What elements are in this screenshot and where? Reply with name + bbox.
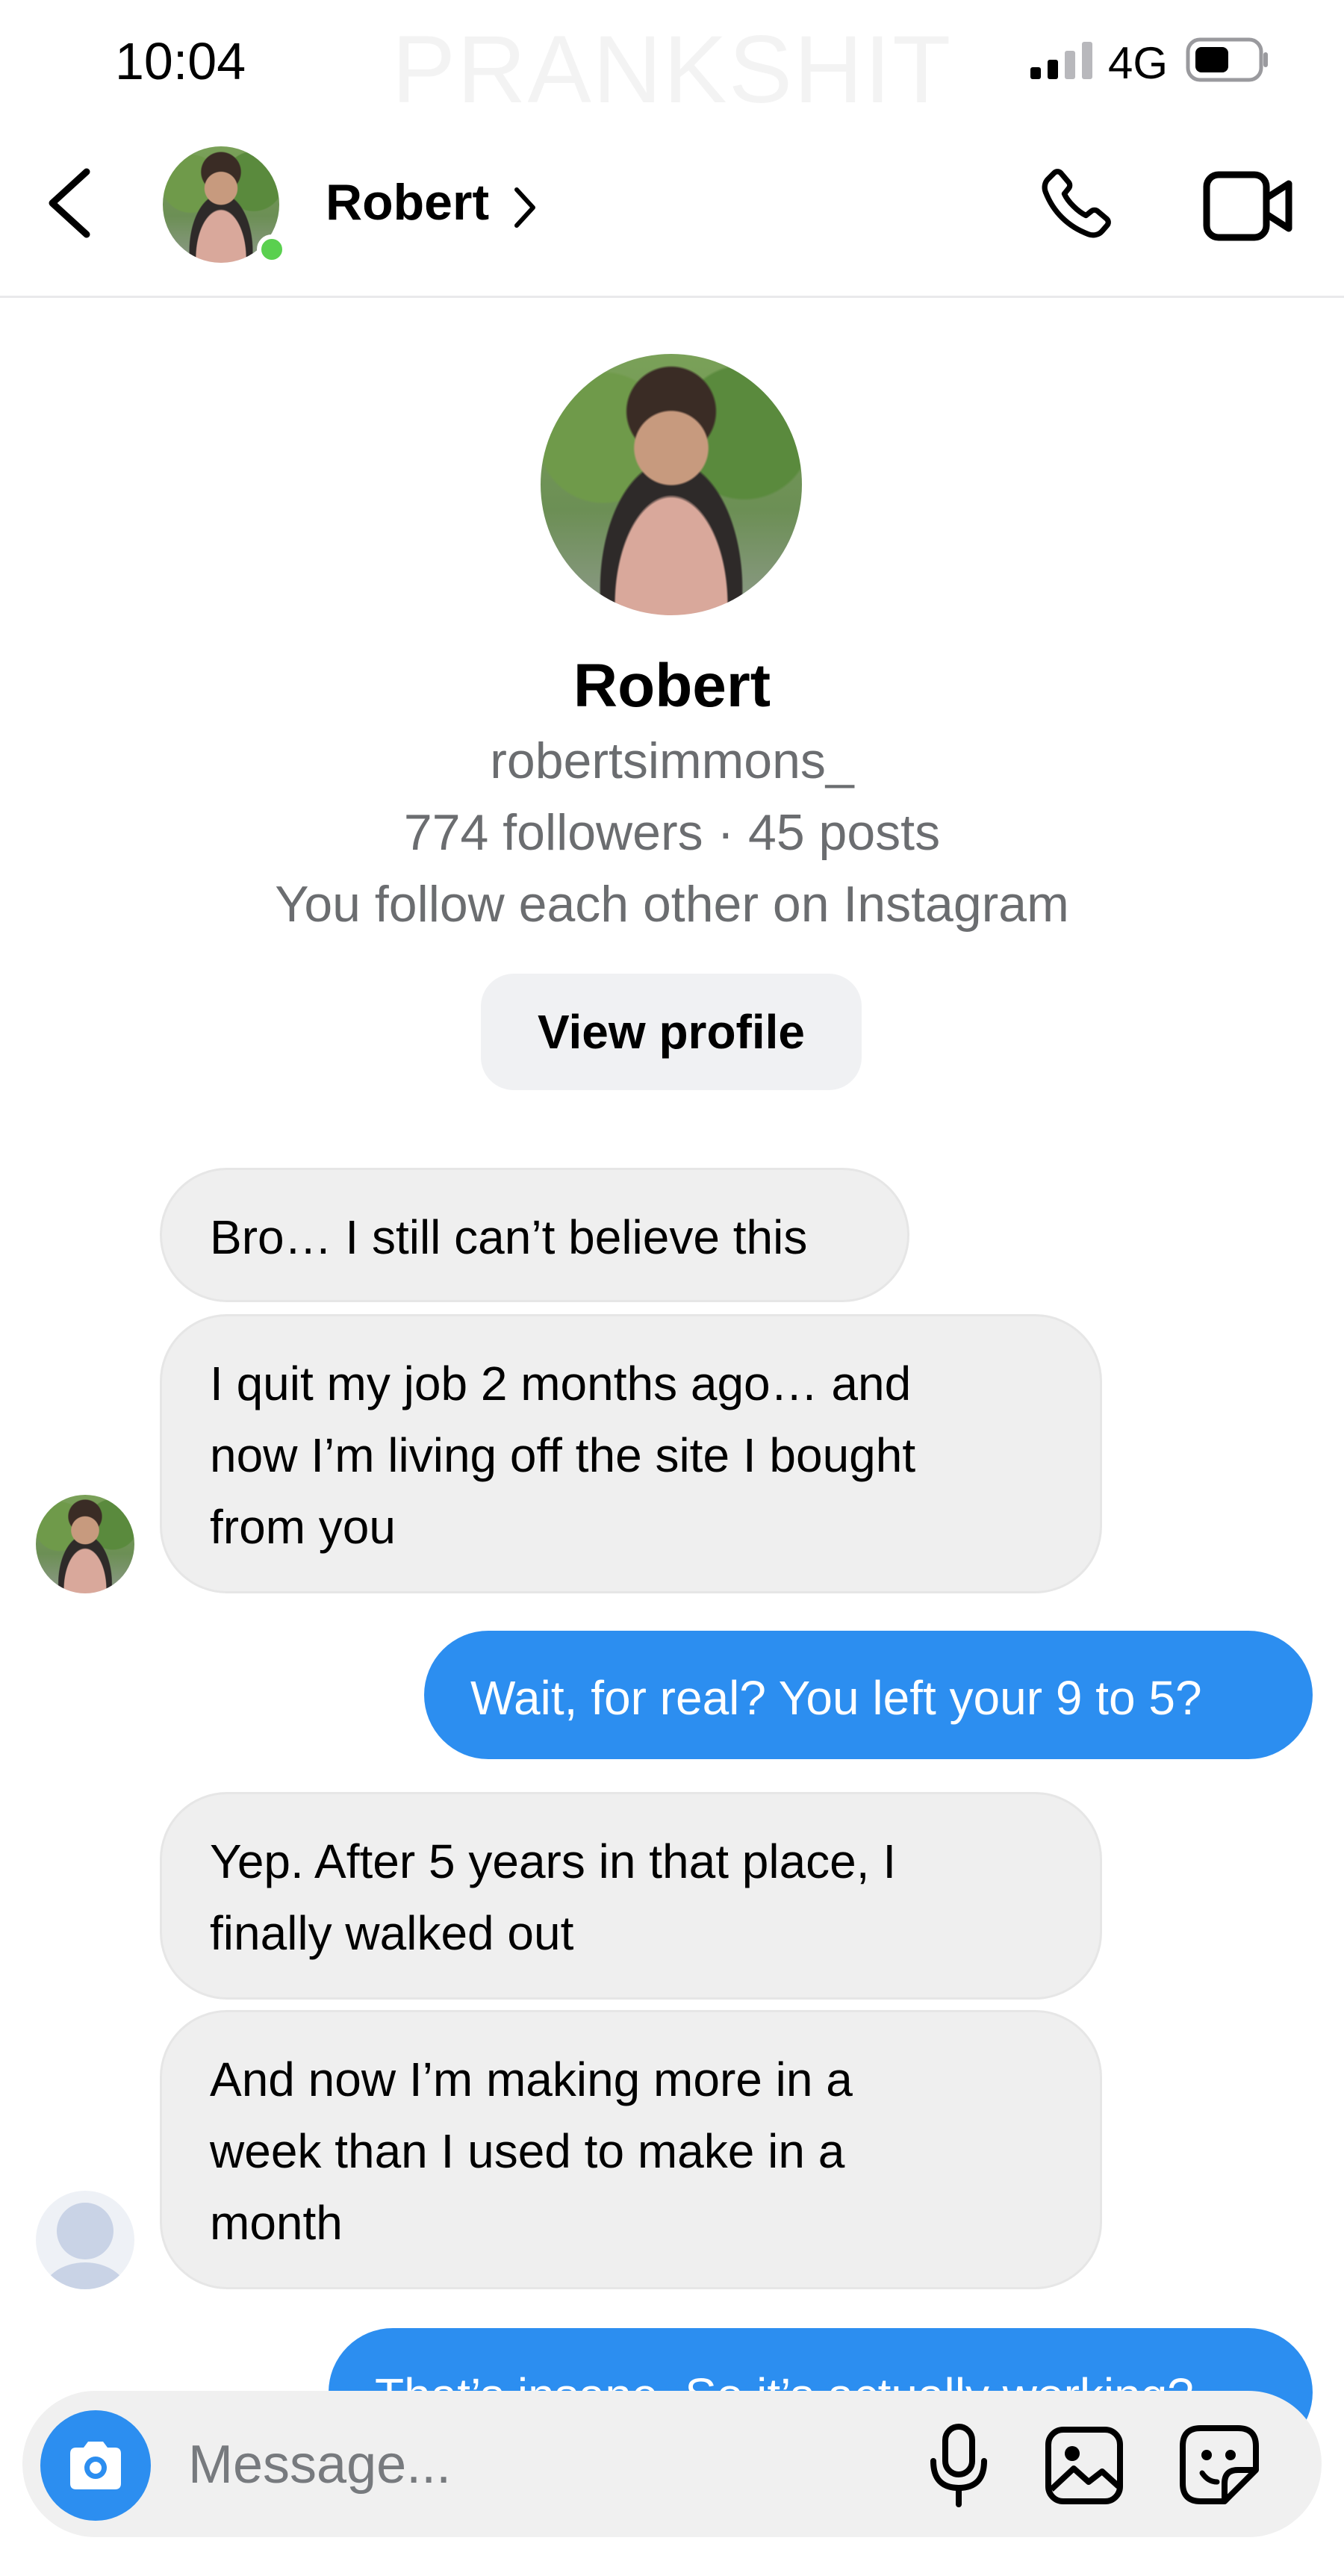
message-bubble-incoming[interactable]: And now I’m making more in a week than I…: [160, 2010, 1102, 2289]
phone-icon[interactable]: [1030, 163, 1117, 249]
header-contact-name[interactable]: Robert: [326, 173, 489, 231]
message-input[interactable]: [187, 2427, 862, 2503]
battery-icon: [1186, 37, 1268, 82]
signal-icon: [1030, 42, 1092, 79]
message-text: now I’m living off the site I bought: [210, 1428, 916, 1482]
message-bubble-outgoing[interactable]: Wait, for real? You left your 9 to 5?: [424, 1631, 1313, 1759]
contact-name-text: Robert: [326, 174, 490, 231]
message-bubble-incoming[interactable]: Yep. After 5 years in that place, I fina…: [160, 1792, 1102, 2000]
video-icon[interactable]: [1202, 169, 1295, 243]
network-label: 4G: [1108, 38, 1169, 88]
message-bubble-incoming[interactable]: I quit my job 2 months ago… and now I’m …: [160, 1314, 1102, 1593]
message-text: And now I’m making more in a: [210, 2053, 853, 2106]
message-text: Wait, for real? You left your 9 to 5?: [470, 1671, 1202, 1725]
camera-button[interactable]: [40, 2410, 151, 2521]
message-text: from you: [210, 1500, 396, 1554]
view-profile-button[interactable]: View profile: [481, 974, 862, 1090]
chevron-right-icon[interactable]: [511, 185, 538, 230]
message-bubble-incoming[interactable]: Bro… I still can’t believe this: [160, 1168, 909, 1302]
status-time: 10:04: [115, 32, 246, 90]
default-avatar-icon[interactable]: [36, 2191, 134, 2289]
message-text: I quit my job 2 months ago… and: [210, 1357, 912, 1410]
message-text: Bro… I still can’t believe this: [210, 1210, 808, 1264]
profile-avatar[interactable]: [541, 354, 802, 615]
profile-stats: 774 followers · 45 posts: [403, 804, 941, 861]
camera-icon: [70, 2442, 121, 2489]
header-divider: [0, 296, 1344, 298]
back-icon[interactable]: [43, 166, 96, 240]
profile-mutual-follow: You follow each other on Instagram: [275, 876, 1069, 933]
online-status-dot: [257, 234, 287, 264]
sticker-icon[interactable]: [1178, 2424, 1260, 2506]
message-text: Yep. After 5 years in that place, I: [210, 1835, 897, 1888]
message-text: month: [210, 2196, 343, 2250]
message-text: week than I used to make in a: [210, 2124, 845, 2178]
sender-avatar[interactable]: [36, 1495, 134, 1593]
gallery-icon[interactable]: [1044, 2425, 1124, 2506]
profile-username: robertsimmons_: [490, 732, 854, 789]
profile-name: Robert: [573, 652, 771, 720]
microphone-icon[interactable]: [923, 2422, 995, 2509]
message-text: finally walked out: [210, 1906, 574, 1960]
